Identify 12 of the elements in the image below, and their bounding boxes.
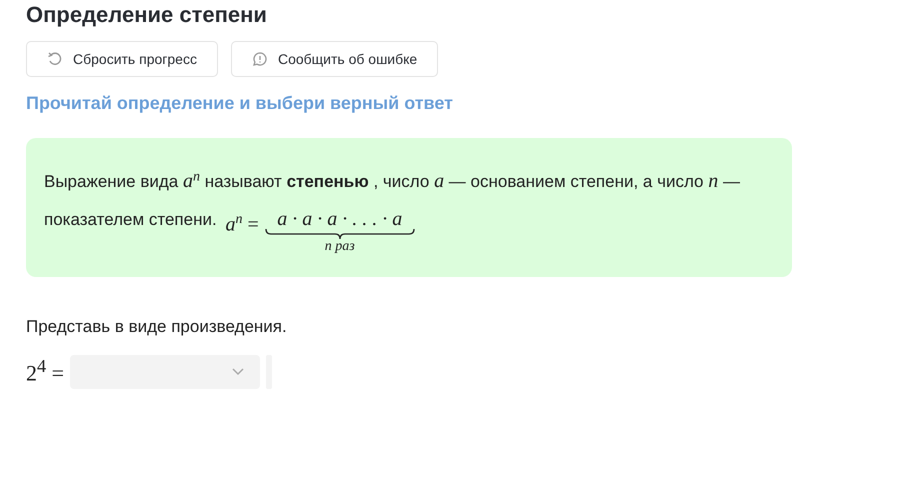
undo-icon xyxy=(47,51,63,67)
instruction-heading: Прочитай определение и выбери верный ответ xyxy=(26,93,454,114)
definition-text: Выражение вида a$^{n}$ называют степенью , число a — основанием степени, а число n — показателем степени. a$^{n}$ = a · a · a · . . . · a n раз xyxy=(44,168,741,255)
speech-bubble-icon xyxy=(252,51,268,67)
expression-text: 2$^{4}$ = xyxy=(26,356,64,387)
reset-button[interactable]: Сбросить прогресс xyxy=(26,41,218,77)
underbrace-icon xyxy=(264,228,415,239)
page-title: Определение степени xyxy=(26,1,268,29)
task-prompt: Представь в виде произведения. xyxy=(26,316,288,337)
chevron-icon xyxy=(232,368,244,376)
report-button[interactable]: Сообщить об ошибке xyxy=(230,41,438,77)
answer-dropdown[interactable] xyxy=(70,354,260,389)
